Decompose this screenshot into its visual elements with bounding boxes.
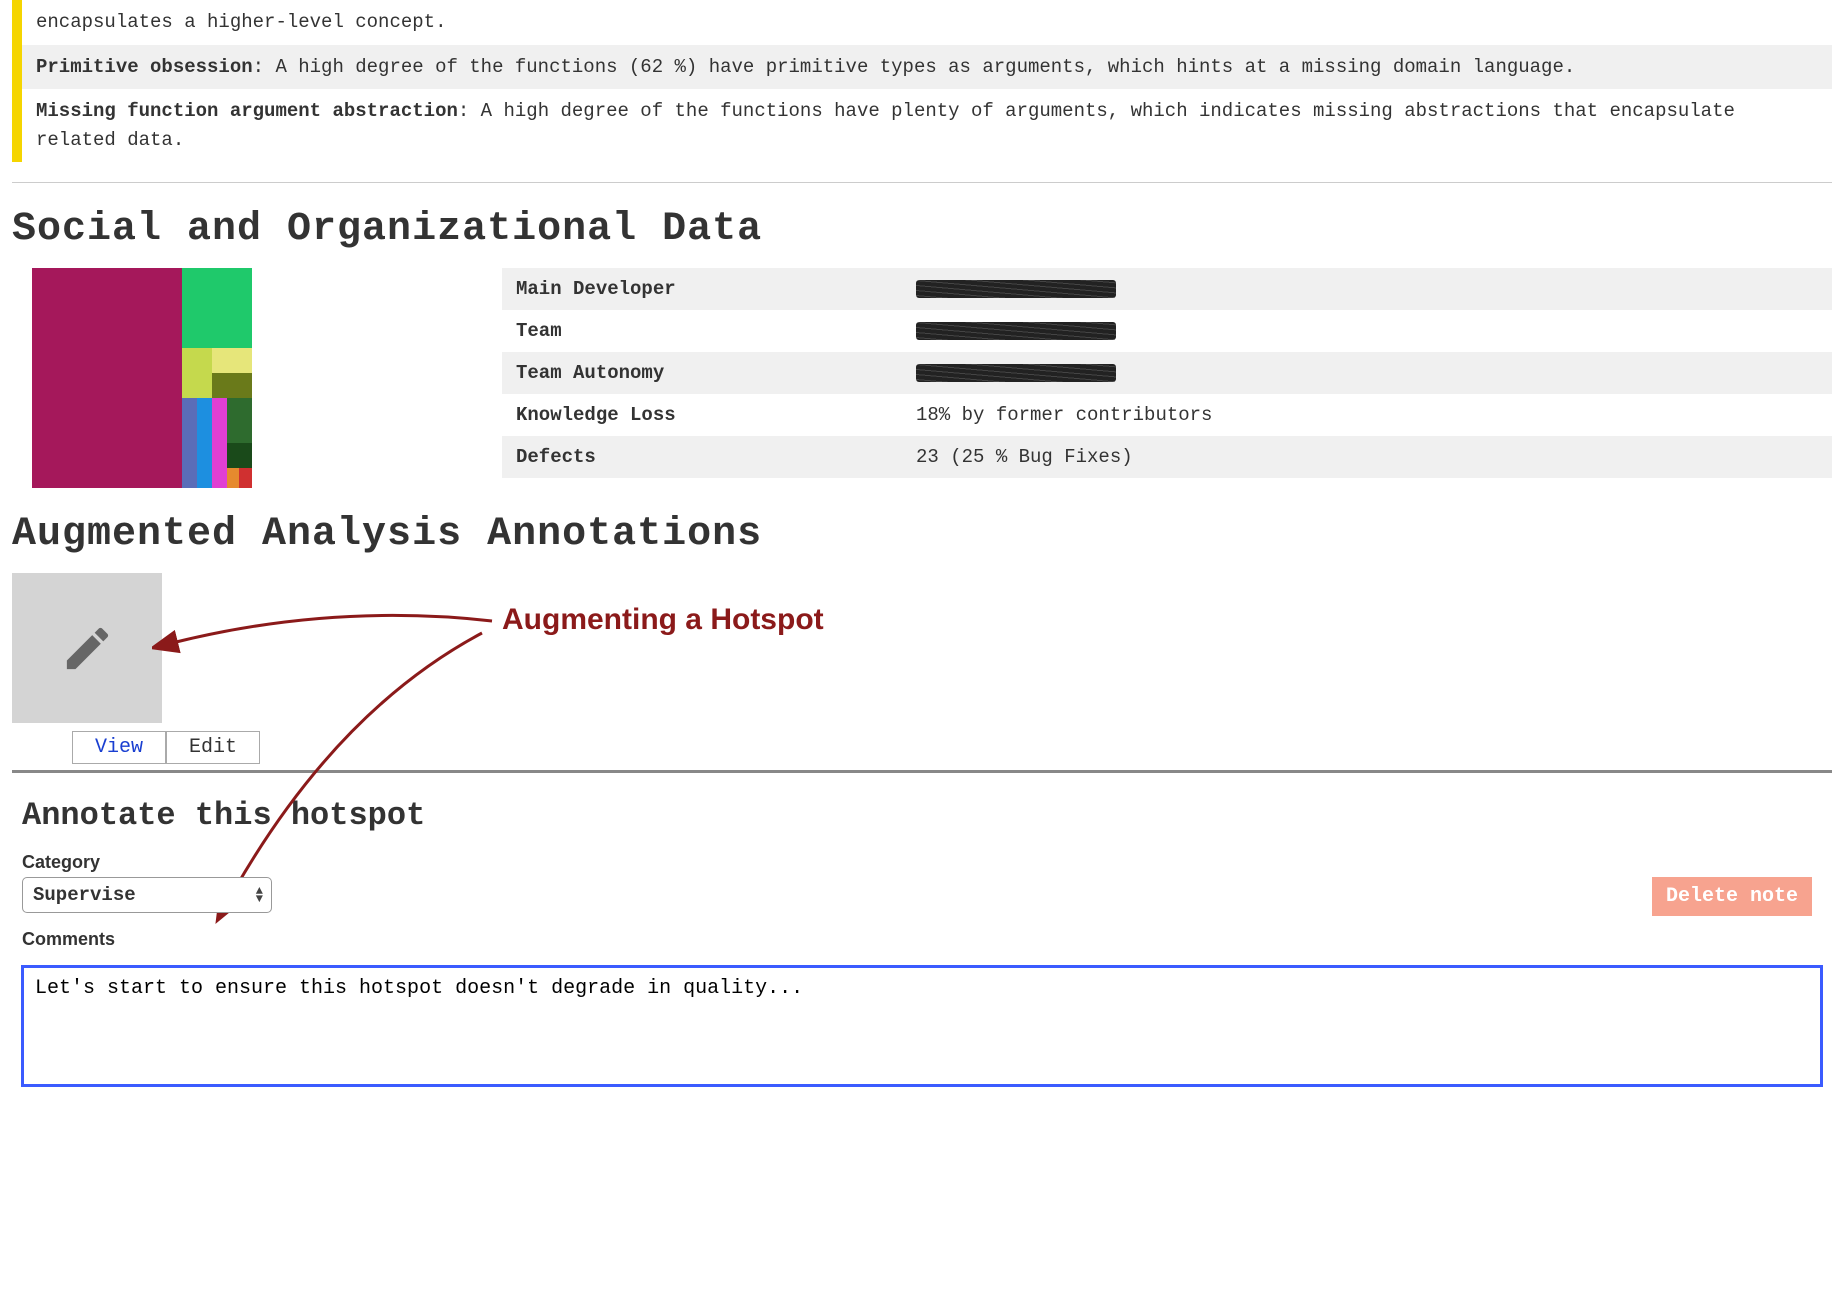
warning-text: : A high degree of the functions (62 %) …: [253, 56, 1576, 78]
row-label: Main Developer: [516, 278, 916, 300]
annotation-tabs: ViewEdit: [72, 731, 1832, 764]
redacted-value: [916, 322, 1116, 340]
category-label: Category: [22, 852, 1822, 873]
table-row: Team: [502, 310, 1832, 352]
tab-view[interactable]: View: [72, 731, 166, 764]
pencil-icon: [60, 621, 115, 676]
annotation-area: Augmenting a Hotspot: [12, 573, 1832, 723]
ownership-treemap[interactable]: [32, 268, 252, 488]
warning-text: encapsulates a higher-level concept.: [36, 11, 446, 33]
comments-input[interactable]: Let's start to ensure this hotspot doesn…: [22, 966, 1822, 1086]
warning-label: Primitive obsession: [36, 56, 253, 78]
redacted-value: [916, 364, 1116, 382]
delete-note-button[interactable]: Delete note: [1652, 877, 1812, 916]
table-row: Defects 23 (25 % Bug Fixes): [502, 436, 1832, 478]
warning-item: Primitive obsession: A high degree of th…: [22, 45, 1832, 90]
comments-row: Comments: [22, 929, 1822, 950]
redacted-value: [916, 280, 1116, 298]
edit-annotation-button[interactable]: [12, 573, 162, 723]
social-section: Main Developer Team Team Autonomy Knowle…: [12, 268, 1832, 488]
row-label: Team Autonomy: [516, 362, 916, 384]
social-heading: Social and Organizational Data: [12, 207, 1832, 252]
warning-item: Missing function argument abstraction: A…: [22, 89, 1832, 162]
row-value: 23 (25 % Bug Fixes): [916, 446, 1818, 468]
row-value: [916, 278, 1818, 300]
chevron-updown-icon: ▲▼: [256, 887, 263, 903]
row-label: Team: [516, 320, 916, 342]
table-row: Team Autonomy: [502, 352, 1832, 394]
row-label: Knowledge Loss: [516, 404, 916, 426]
social-table: Main Developer Team Team Autonomy Knowle…: [502, 268, 1832, 478]
row-value: [916, 362, 1818, 384]
comments-label: Comments: [22, 929, 1822, 950]
select-value: Supervise: [33, 884, 136, 906]
warnings-panel: encapsulates a higher-level concept. Pri…: [12, 0, 1832, 162]
row-label: Defects: [516, 446, 916, 468]
callout-label: Augmenting a Hotspot: [502, 603, 824, 637]
divider: [12, 770, 1832, 773]
form-heading: Annotate this hotspot: [22, 797, 1832, 834]
row-value: 18% by former contributors: [916, 404, 1818, 426]
tab-edit[interactable]: Edit: [166, 731, 260, 764]
warning-label: Missing function argument abstraction: [36, 100, 458, 122]
category-select[interactable]: Supervise ▲▼: [22, 877, 272, 913]
table-row: Knowledge Loss 18% by former contributor…: [502, 394, 1832, 436]
warning-item: encapsulates a higher-level concept.: [22, 0, 1832, 45]
category-row: Category Delete note Supervise ▲▼: [22, 852, 1822, 913]
table-row: Main Developer: [502, 268, 1832, 310]
divider: [12, 182, 1832, 183]
row-value: [916, 320, 1818, 342]
annotations-heading: Augmented Analysis Annotations: [12, 512, 1832, 557]
